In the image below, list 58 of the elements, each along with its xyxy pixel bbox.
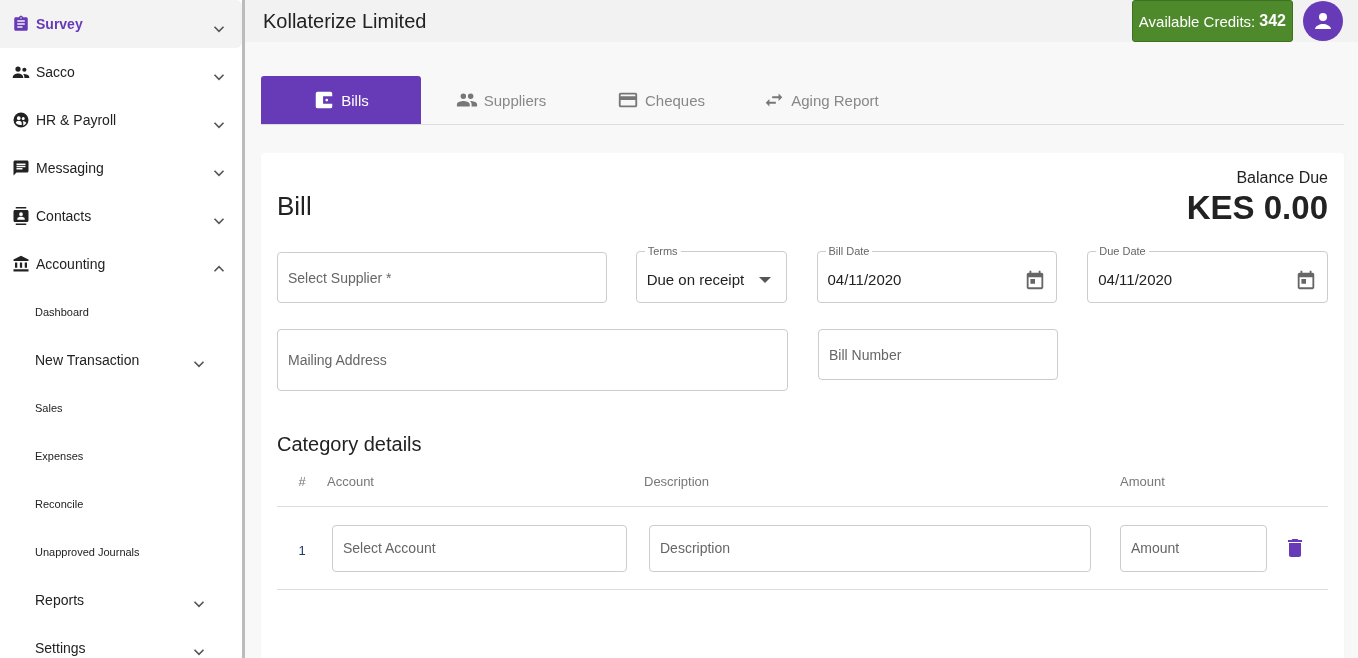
mailing-address-field[interactable]: Mailing Address (277, 329, 788, 391)
sidebar-subitem-label: Expenses (35, 450, 85, 462)
bill-number-field[interactable]: Bill Number (818, 329, 1058, 380)
sidebar-subitem[interactable]: Sales (0, 384, 242, 432)
sidebar-subitem-label: Sales (35, 402, 64, 414)
sidebar-item-label: HR & Payroll (36, 112, 118, 128)
row-number: 1 (297, 541, 307, 558)
sidebar-item[interactable]: Survey (0, 0, 242, 48)
sidebar-subitem[interactable]: Expenses (0, 432, 242, 480)
sidebar-item-label: Messaging (36, 160, 105, 176)
balance-amount: KES 0.00 (1186, 189, 1328, 227)
sidebar-subitem-label: Dashboard (35, 306, 90, 318)
sidebar-item[interactable]: HR & Payroll (0, 96, 242, 144)
sidebar-item[interactable]: Messaging (0, 144, 242, 192)
chat-icon (12, 159, 30, 177)
balance-label: Balance Due (1236, 169, 1328, 187)
company-name: Kollaterize Limited (263, 9, 428, 33)
amount-field[interactable]: Amount (1120, 524, 1267, 572)
clipboard-icon (12, 15, 30, 33)
section-title: Category details (277, 433, 423, 456)
column-header: Description (644, 473, 711, 489)
people-icon (12, 63, 30, 81)
sidebar-item-label: Survey (36, 16, 84, 32)
sidebar-item[interactable]: Accounting (0, 240, 242, 288)
column-header: Account (327, 473, 375, 489)
sidebar-item[interactable]: Contacts (0, 192, 242, 240)
sidebar-item-label: Accounting (36, 256, 107, 272)
avatar-button[interactable] (1303, 1, 1343, 41)
sidebar-item-label: Sacco (36, 64, 76, 80)
column-header: Amount (1120, 473, 1165, 489)
sidebar-subitem-label: Unapproved Journals (35, 546, 141, 558)
sidebar-subitem[interactable]: Settings (0, 624, 242, 658)
sidebar-subitem[interactable]: Unapproved Journals (0, 528, 242, 576)
sidebar-subitem[interactable]: Dashboard (0, 288, 242, 336)
sidebar-subitem-label: New Transaction (35, 352, 141, 368)
sidebar-subitem[interactable]: Reports (0, 576, 242, 624)
bill-date-field[interactable]: Bill Date 04/11/2020 (816, 245, 1058, 303)
account-field[interactable]: Select Account (332, 524, 627, 572)
tab[interactable]: Bills (261, 76, 421, 124)
calendar-icon (1295, 268, 1317, 291)
sidebar-item[interactable]: Sacco (0, 48, 242, 96)
due-date-field[interactable]: Due Date 04/11/2020 (1087, 245, 1328, 303)
credits-value: 342 (1259, 12, 1286, 30)
bank-icon (12, 255, 30, 273)
sidebar-item-label: Contacts (36, 208, 93, 224)
sidebar-subitem-label: Settings (35, 640, 87, 656)
contact-card-icon (12, 207, 30, 225)
terms-dropdown[interactable]: Terms Due on receipt (635, 245, 787, 303)
supplier-field[interactable]: Select Supplier * (277, 252, 607, 303)
sidebar-subitem[interactable]: Reconcile (0, 480, 242, 528)
credits-label: Available Credits: (1138, 12, 1256, 30)
sidebar-subitem-label: Reports (35, 592, 86, 608)
bill-title: Bill (277, 191, 312, 222)
dropdown-caret-icon (758, 276, 771, 283)
description-field[interactable]: Description (649, 524, 1091, 572)
sidebar-subitem[interactable]: New Transaction (0, 336, 242, 384)
column-header: # (297, 473, 307, 489)
sidebar-subitem-label: Reconcile (35, 498, 85, 510)
